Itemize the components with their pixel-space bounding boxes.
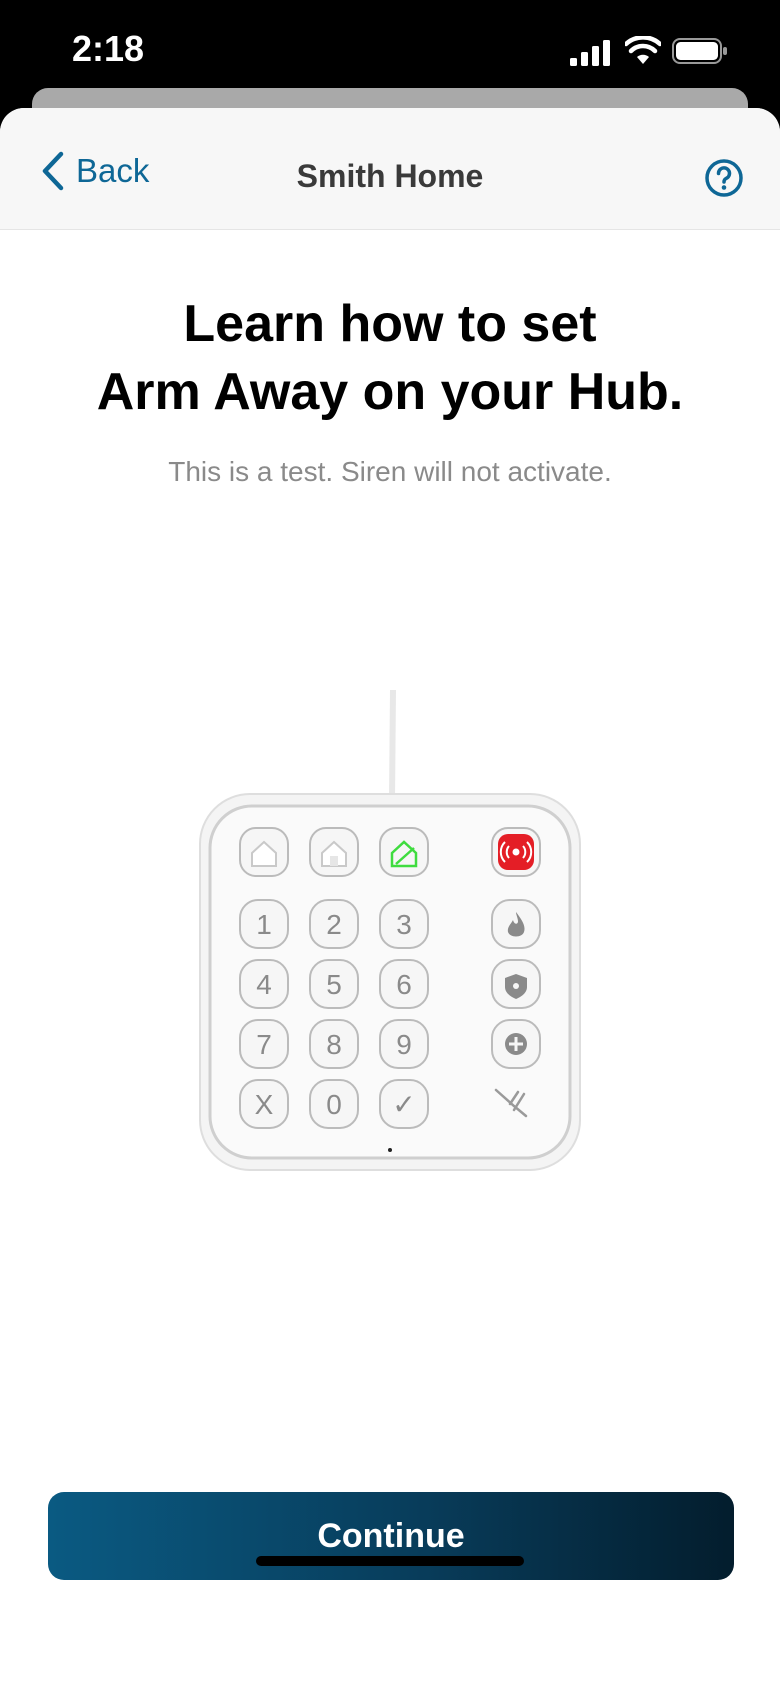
heading-line-1: Learn how to set <box>183 295 597 353</box>
key-9: 9 <box>379 1019 429 1069</box>
key-3: 3 <box>379 899 429 949</box>
key-0: 0 <box>309 1079 359 1129</box>
cellular-signal-icon <box>570 40 610 66</box>
svg-text:✓: ✓ <box>392 1089 415 1120</box>
key-6: 6 <box>379 959 429 1009</box>
modal-sheet: Back Smith Home Learn how to set Arm Awa… <box>0 108 780 1688</box>
svg-text:6: 6 <box>396 969 412 1000</box>
arm-home-icon <box>309 827 359 877</box>
svg-text:5: 5 <box>326 969 342 1000</box>
svg-text:9: 9 <box>396 1029 412 1060</box>
page-title: Smith Home <box>296 158 484 194</box>
heading-line-2: Arm Away on your Hub. <box>96 363 684 421</box>
police-icon <box>491 959 541 1009</box>
key-4: 4 <box>239 959 289 1009</box>
keypad-illustration: 1 2 3 4 5 6 7 8 9 X 0 ✓ <box>199 690 581 1171</box>
key-cancel: X <box>239 1079 289 1129</box>
arm-away-icon <box>379 827 429 877</box>
battery-icon <box>672 38 727 64</box>
home-indicator <box>256 1556 524 1566</box>
svg-text:4: 4 <box>256 969 272 1000</box>
svg-text:1: 1 <box>256 909 272 940</box>
heading: Learn how to set Arm Away on your Hub. <box>40 290 740 426</box>
status-time: 2:18 <box>72 28 145 69</box>
key-7: 7 <box>239 1019 289 1069</box>
svg-text:7: 7 <box>256 1029 272 1060</box>
medical-icon <box>491 1019 541 1069</box>
subtext: This is a test. Siren will not activate. <box>168 456 612 487</box>
key-confirm: ✓ <box>379 1079 429 1129</box>
status-bar: 2:18 <box>0 0 780 100</box>
key-5: 5 <box>309 959 359 1009</box>
key-2: 2 <box>309 899 359 949</box>
svg-text:3: 3 <box>396 909 412 940</box>
siren-icon <box>491 827 541 877</box>
continue-button[interactable]: Continue <box>48 1492 734 1580</box>
help-icon[interactable] <box>704 158 744 198</box>
svg-text:2: 2 <box>326 909 342 940</box>
home-icon <box>239 827 289 877</box>
fire-icon <box>491 899 541 949</box>
svg-text:8: 8 <box>326 1029 342 1060</box>
key-1: 1 <box>239 899 289 949</box>
cable <box>389 690 396 801</box>
svg-text:X: X <box>255 1089 274 1120</box>
navigation-bar: Back Smith Home <box>0 108 780 230</box>
svg-text:0: 0 <box>326 1089 342 1120</box>
wifi-icon <box>625 36 661 64</box>
key-8: 8 <box>309 1019 359 1069</box>
